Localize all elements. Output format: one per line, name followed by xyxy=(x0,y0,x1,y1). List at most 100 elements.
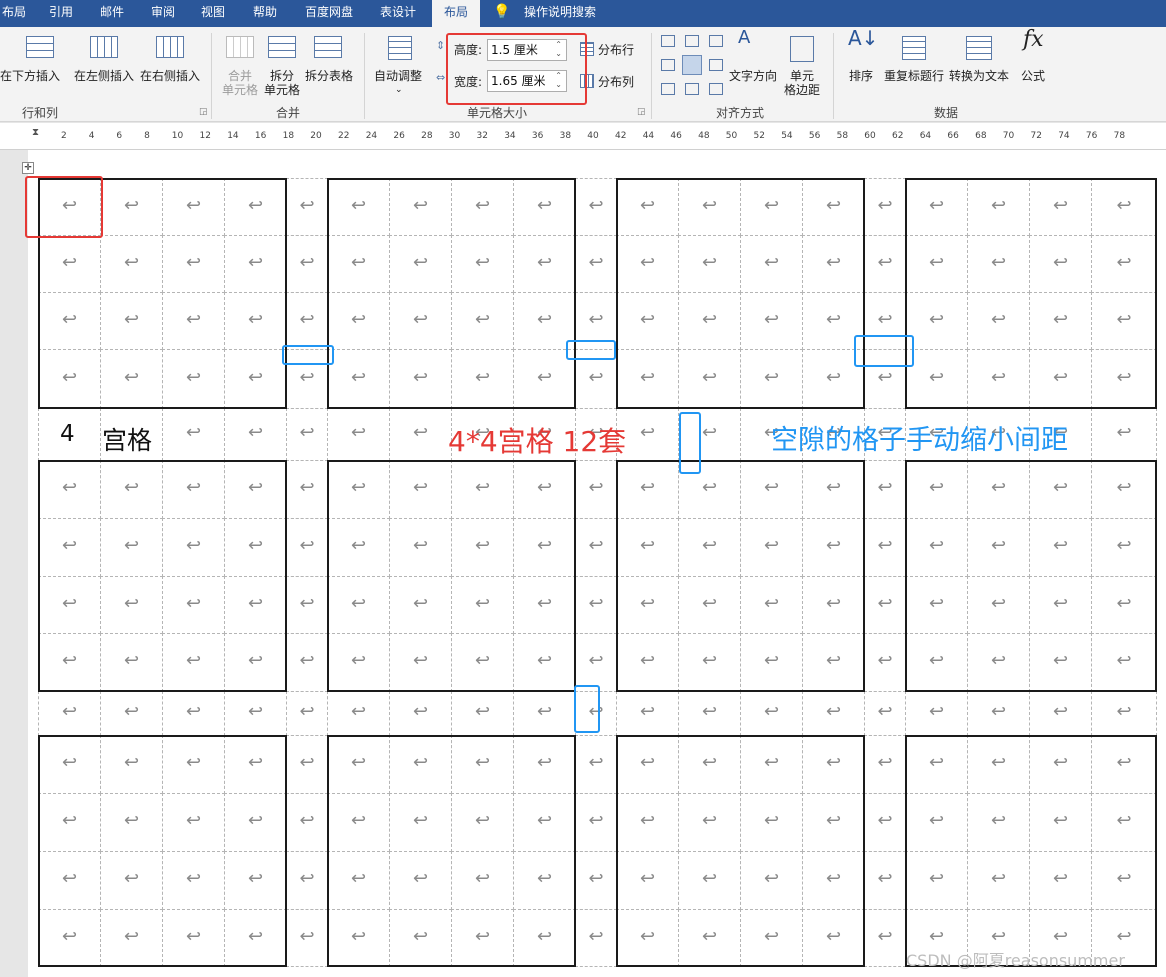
table-cell[interactable]: ↩ xyxy=(905,460,968,519)
table-cell[interactable]: ↩ xyxy=(100,349,163,409)
table-cell[interactable]: ↩ xyxy=(224,793,287,852)
align-top-center-icon[interactable] xyxy=(685,35,699,47)
table-cell[interactable]: ↩ xyxy=(38,735,101,794)
table-cell[interactable]: ↩ xyxy=(286,909,328,967)
table-cell[interactable]: ↩ xyxy=(740,691,803,736)
table-cell[interactable]: ↩ xyxy=(162,292,225,350)
table-cell[interactable]: ↩ xyxy=(162,691,225,736)
table-cell[interactable]: ↩ xyxy=(100,292,163,350)
table-cell[interactable]: ↩ xyxy=(327,851,390,910)
table-cell[interactable]: ↩ xyxy=(1029,851,1092,910)
table-cell[interactable]: ↩ xyxy=(100,909,163,967)
table-cell[interactable]: ↩ xyxy=(513,691,576,736)
table-cell[interactable]: ↩ xyxy=(224,292,287,350)
table-cell[interactable]: ↩ xyxy=(38,292,101,350)
table-cell[interactable]: ↩ xyxy=(162,633,225,692)
table-cell[interactable]: ↩ xyxy=(451,735,514,794)
table-cell[interactable]: ↩ xyxy=(162,851,225,910)
table-cell[interactable]: ↩ xyxy=(967,576,1030,634)
table-cell[interactable]: ↩ xyxy=(513,576,576,634)
table-cell[interactable]: ↩ xyxy=(905,235,968,293)
table-cell[interactable]: ↩ xyxy=(616,633,679,692)
table-cell[interactable]: ↩ xyxy=(513,735,576,794)
table-cell[interactable]: ↩ xyxy=(389,349,452,409)
table-cell[interactable]: ↩ xyxy=(967,793,1030,852)
table-cell[interactable]: ↩ xyxy=(864,576,906,634)
table-cell[interactable]: ↩ xyxy=(1029,735,1092,794)
table-cell[interactable]: ↩ xyxy=(740,235,803,293)
table-cell[interactable]: ↩ xyxy=(1091,408,1157,461)
table-cell[interactable]: ↩ xyxy=(286,735,328,794)
distribute-cols-button[interactable]: 分布列 xyxy=(598,75,634,89)
table-cell[interactable]: ↩ xyxy=(451,349,514,409)
table-cell[interactable]: ↩ xyxy=(575,576,617,634)
table-cell[interactable]: ↩ xyxy=(513,460,576,519)
table-cell[interactable]: ↩ xyxy=(740,576,803,634)
table-cell[interactable]: ↩ xyxy=(740,349,803,409)
table-cell[interactable]: ↩ xyxy=(389,633,452,692)
table-cell[interactable]: ↩ xyxy=(905,851,968,910)
table-cell[interactable]: ↩ xyxy=(286,851,328,910)
table-cell[interactable]: ↩ xyxy=(1029,793,1092,852)
table-cell[interactable]: ↩ xyxy=(451,576,514,634)
table-cell[interactable]: ↩ xyxy=(224,909,287,967)
table-cell[interactable]: ↩ xyxy=(1091,851,1157,910)
table-cell[interactable]: ↩ xyxy=(286,292,328,350)
table-cell[interactable]: ↩ xyxy=(802,633,865,692)
table-cell[interactable]: ↩ xyxy=(224,691,287,736)
table-cell[interactable]: ↩ xyxy=(286,235,328,293)
table-cell[interactable]: ↩ xyxy=(1029,633,1092,692)
align-center-icon[interactable] xyxy=(682,55,702,75)
table-cell[interactable]: ↩ xyxy=(864,460,906,519)
table-cell[interactable]: ↩ xyxy=(389,576,452,634)
tab-mailings[interactable]: 邮件 xyxy=(90,0,134,27)
table-cell[interactable]: ↩ xyxy=(1091,349,1157,409)
insert-below-button[interactable]: 在下方插入 xyxy=(0,69,60,83)
table-cell[interactable]: ↩ xyxy=(389,851,452,910)
table-cell[interactable]: ↩ xyxy=(616,292,679,350)
table-cell[interactable]: ↩ xyxy=(224,408,287,461)
table-cell[interactable]: ↩ xyxy=(802,851,865,910)
tell-me-search[interactable]: 操作说明搜索 xyxy=(518,0,602,27)
table-cell[interactable]: ↩ xyxy=(513,793,576,852)
table-cell[interactable]: ↩ xyxy=(1091,178,1157,236)
table-cell[interactable]: ↩ xyxy=(802,460,865,519)
table-cell[interactable]: ↩ xyxy=(38,518,101,577)
table-cell[interactable]: ↩ xyxy=(905,691,968,736)
table-cell[interactable]: ↩ xyxy=(451,518,514,577)
align-middle-right-icon[interactable] xyxy=(709,59,723,71)
table-cell[interactable]: ↩ xyxy=(864,735,906,794)
table-cell[interactable]: ↩ xyxy=(224,576,287,634)
tab-baidu-netdisk[interactable]: 百度网盘 xyxy=(296,0,362,27)
table-cell[interactable]: ↩ xyxy=(100,235,163,293)
table-cell[interactable]: ↩ xyxy=(802,735,865,794)
table-cell[interactable]: ↩ xyxy=(389,691,452,736)
tab-view[interactable]: 视图 xyxy=(192,0,234,27)
table-cell[interactable]: ↩ xyxy=(575,793,617,852)
tab-review[interactable]: 审阅 xyxy=(142,0,184,27)
distribute-rows-button[interactable]: 分布行 xyxy=(598,43,634,57)
table-cell[interactable]: ↩ xyxy=(327,460,390,519)
table-cell[interactable]: ↩ xyxy=(616,691,679,736)
table-cell[interactable]: ↩ xyxy=(38,851,101,910)
table-cell[interactable]: ↩ xyxy=(1091,518,1157,577)
table-cell[interactable]: ↩ xyxy=(38,793,101,852)
table-cell[interactable]: ↩ xyxy=(162,408,225,461)
insert-right-button[interactable]: 在右侧插入 xyxy=(140,69,200,83)
table-cell[interactable]: ↩ xyxy=(802,518,865,577)
table-cell[interactable]: ↩ xyxy=(451,793,514,852)
table-cell[interactable]: ↩ xyxy=(575,518,617,577)
table-cell[interactable]: ↩ xyxy=(678,735,741,794)
table-cell[interactable]: ↩ xyxy=(389,235,452,293)
table-cell[interactable]: ↩ xyxy=(389,292,452,350)
tab-references[interactable]: 引用 xyxy=(40,0,82,27)
table-cell[interactable]: ↩ xyxy=(286,793,328,852)
table-cell[interactable]: ↩ xyxy=(905,576,968,634)
table-cell[interactable]: ↩ xyxy=(451,691,514,736)
table-cell[interactable]: ↩ xyxy=(100,460,163,519)
table-cell[interactable]: ↩ xyxy=(740,518,803,577)
table-cell[interactable]: ↩ xyxy=(864,793,906,852)
table-cell[interactable]: ↩ xyxy=(389,735,452,794)
align-bottom-right-icon[interactable] xyxy=(709,83,723,95)
table-cell[interactable]: ↩ xyxy=(100,793,163,852)
